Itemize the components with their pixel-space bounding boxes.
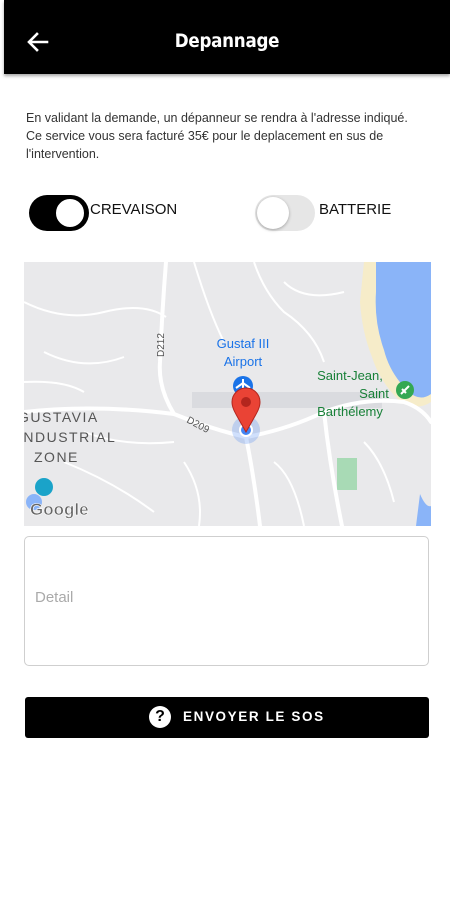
send-sos-button[interactable]: ? ENVOYER LE SOS	[25, 697, 429, 738]
map-airport-label-1: Gustaf III	[217, 336, 270, 351]
batterie-label: BATTERIE	[319, 201, 392, 218]
map-place-label-3: Barthélemy	[317, 404, 383, 419]
map-zone-label-2: INDUSTRIAL	[24, 429, 116, 445]
location-map[interactable]: D212 D209 Gustaf III Airport Saint-Jean,…	[24, 262, 431, 526]
page-title: Depannage	[174, 30, 280, 52]
map-place-label-2: Saint	[359, 386, 389, 401]
send-sos-label: ENVOYER LE SOS	[183, 709, 325, 724]
option-batterie: BATTERIE	[255, 195, 435, 235]
detail-input[interactable]	[33, 587, 417, 631]
question-circle-icon: ?	[149, 706, 171, 728]
service-info-text: En validant la demande, un dépanneur se …	[26, 111, 408, 161]
poi-icon	[35, 478, 53, 496]
app-header: Depannage	[4, 0, 450, 74]
map-airport-label-2: Airport	[224, 354, 263, 369]
map-zone-label-3: ZONE	[34, 449, 79, 465]
crevaison-label: CREVAISON	[90, 201, 178, 218]
batterie-toggle[interactable]	[255, 195, 315, 231]
google-logo: Google	[30, 500, 89, 519]
detail-field[interactable]	[24, 536, 429, 666]
map-zone-label-1: GUSTAVIA	[24, 409, 99, 425]
map-road-label-d212: D212	[156, 333, 167, 357]
crevaison-toggle[interactable]	[29, 195, 89, 231]
option-crevaison: CREVAISON	[29, 195, 229, 235]
map-place-label-1: Saint-Jean,	[317, 368, 383, 383]
park-icon	[396, 381, 414, 399]
